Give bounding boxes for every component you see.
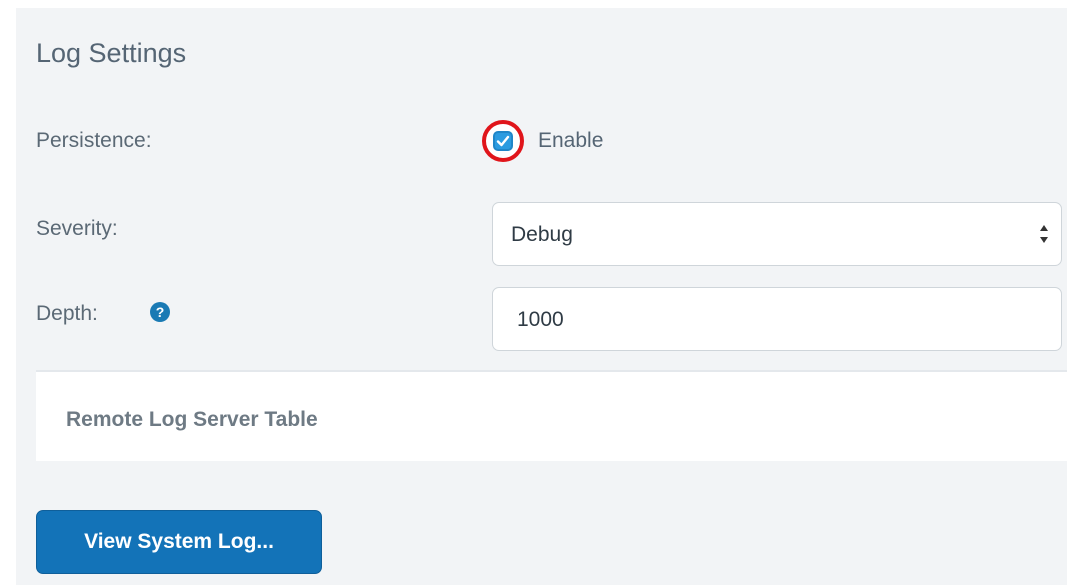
persistence-enable-label[interactable]: Enable bbox=[538, 129, 603, 153]
page-title: Log Settings bbox=[36, 38, 187, 68]
log-settings-panel: Log Settings Persistence: Enable Severit… bbox=[16, 8, 1067, 585]
view-system-log-button[interactable]: View System Log... bbox=[36, 510, 322, 574]
persistence-label: Persistence: bbox=[36, 129, 152, 152]
depth-input[interactable]: 1000 bbox=[492, 287, 1062, 351]
depth-input-value: 1000 bbox=[517, 308, 564, 331]
question-circle-icon[interactable]: ? bbox=[150, 302, 170, 322]
severity-select[interactable]: Debug bbox=[492, 202, 1062, 266]
remote-log-server-table: Remote Log Server Table bbox=[36, 370, 1067, 461]
checkmark-icon bbox=[496, 135, 510, 147]
select-arrows-icon bbox=[1040, 225, 1048, 243]
depth-label: Depth: bbox=[36, 302, 98, 325]
remote-log-server-table-title: Remote Log Server Table bbox=[66, 408, 318, 431]
severity-selected-value: Debug bbox=[511, 223, 573, 246]
severity-label: Severity: bbox=[36, 217, 118, 240]
persistence-enable-checkbox[interactable] bbox=[493, 131, 513, 151]
